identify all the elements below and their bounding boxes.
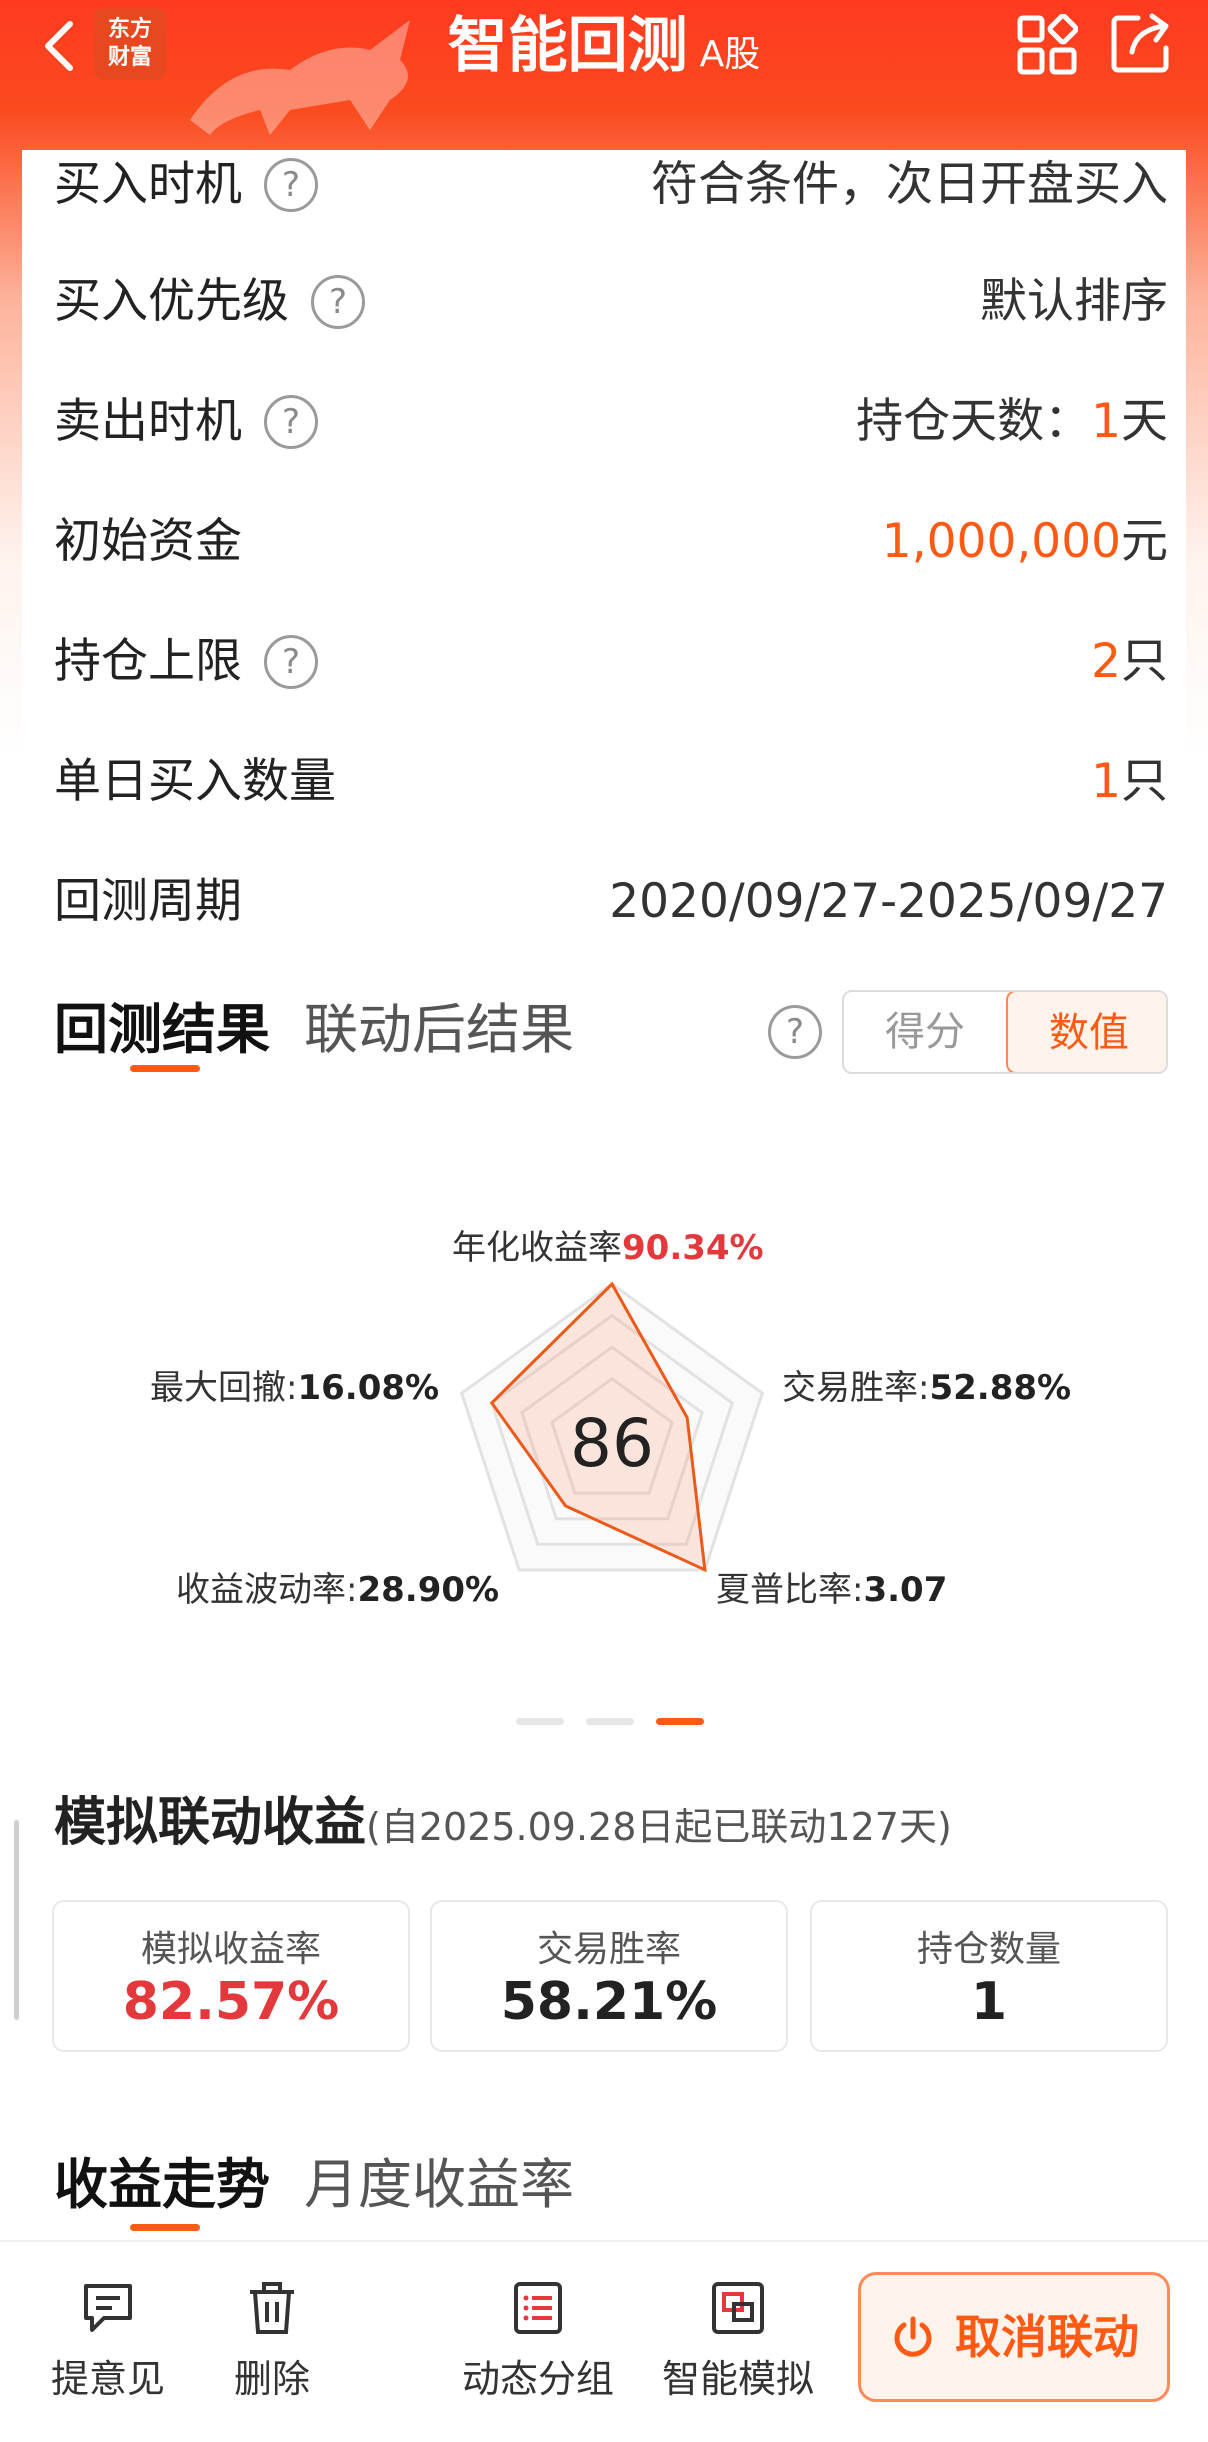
setting-label: 回测周期 (54, 874, 242, 929)
power-icon (894, 2316, 932, 2357)
setting-label: 买入优先级? (54, 262, 365, 342)
setting-row: 回测周期 2020/09/27-2025/09/27 (54, 862, 1168, 942)
simulate-icon (712, 2282, 764, 2334)
radar-label-annual-return: 年化收益率90.34% (452, 1228, 764, 1268)
score-value-toggle: 得分 数值 (842, 990, 1168, 1074)
result-help-icon[interactable]: ? (768, 1005, 822, 1059)
setting-label: 买入时机? (54, 145, 318, 225)
tab-underline (130, 2224, 200, 2231)
stat-position-count: 持仓数量 1 (810, 1900, 1168, 2052)
radar-score: 86 (570, 1405, 654, 1482)
radar-label-sharpe: 夏普比率:3.07 (716, 1570, 948, 1610)
setting-row: 初始资金 1,000,000元 (54, 502, 1168, 582)
help-icon[interactable]: ? (264, 394, 318, 449)
share-icon[interactable] (1108, 10, 1174, 76)
cancel-link-button[interactable]: 取消联动 (858, 2272, 1170, 2402)
carousel-dot-active[interactable] (656, 1718, 704, 1725)
radar-chart: 86 年化收益率90.34% 交易胜率:52.88% 夏普比率:3.07 收益波… (0, 1190, 1208, 1650)
tab-backtest-result[interactable]: 回测结果 (54, 985, 270, 1064)
toggle-value[interactable]: 数值 (1006, 992, 1166, 1072)
tab-linked-result[interactable]: 联动后结果 (304, 985, 574, 1064)
setting-row: 买入优先级? 默认排序 (54, 262, 1168, 342)
bottom-action-bar: 提意见 删除 动态分组 智能模拟 取消联动 (0, 2240, 1208, 2442)
setting-row: 持仓上限? 2只 (54, 622, 1168, 702)
tab-return-trend[interactable]: 收益走势 (54, 2140, 270, 2219)
setting-label: 持仓上限? (54, 622, 318, 702)
stat-sim-return: 模拟收益率 82.57% (52, 1900, 410, 2052)
help-icon[interactable]: ? (264, 634, 318, 689)
tab-monthly-return[interactable]: 月度收益率 (304, 2140, 574, 2219)
stat-win-rate: 交易胜率 58.21% (430, 1900, 788, 2052)
setting-value: 2只 (1091, 634, 1168, 689)
list-icon (514, 2282, 562, 2334)
feedback-button[interactable]: 提意见 (50, 2278, 166, 2403)
help-icon[interactable]: ? (311, 274, 365, 329)
smart-sim-button[interactable]: 智能模拟 (658, 2278, 818, 2403)
setting-value: 符合条件，次日开盘买入 (651, 157, 1168, 212)
setting-value: 1,000,000元 (881, 514, 1168, 569)
setting-value: 2020/09/27-2025/09/27 (609, 874, 1168, 929)
apps-grid-icon[interactable] (1016, 14, 1078, 76)
setting-label: 卖出时机? (54, 382, 318, 462)
feedback-icon (84, 2284, 132, 2332)
top-nav-bar: 东方 财富 智能回测 A股 (0, 0, 1208, 150)
dynamic-group-button[interactable]: 动态分组 (458, 2278, 618, 2403)
tab-underline (130, 1065, 200, 1072)
delete-button[interactable]: 删除 (222, 2278, 322, 2403)
setting-row: 卖出时机? 持仓天数：1天 (54, 382, 1168, 462)
setting-value: 持仓天数：1天 (856, 394, 1168, 449)
radar-label-max-drawdown: 最大回撤:16.08% (150, 1368, 440, 1408)
carousel-dot[interactable] (586, 1718, 634, 1725)
simulation-title: 模拟联动收益(自2025.09.28日起已联动127天) (54, 1793, 952, 1853)
setting-label: 单日买入数量 (54, 754, 336, 809)
toggle-score[interactable]: 得分 (844, 992, 1006, 1072)
radar-label-win-rate: 交易胜率:52.88% (782, 1368, 1072, 1408)
setting-label: 初始资金 (54, 514, 242, 569)
carousel-indicator (516, 1718, 706, 1726)
setting-row: 买入时机? 符合条件，次日开盘买入 (54, 145, 1168, 225)
trash-icon (250, 2282, 294, 2334)
carousel-dot[interactable] (516, 1718, 564, 1725)
radar-label-volatility: 收益波动率:28.90% (176, 1570, 500, 1610)
help-icon[interactable]: ? (264, 157, 318, 212)
scrollbar[interactable] (14, 1820, 19, 2020)
setting-value: 1只 (1091, 754, 1168, 809)
setting-row: 单日买入数量 1只 (54, 742, 1168, 822)
setting-value: 默认排序 (980, 274, 1168, 329)
